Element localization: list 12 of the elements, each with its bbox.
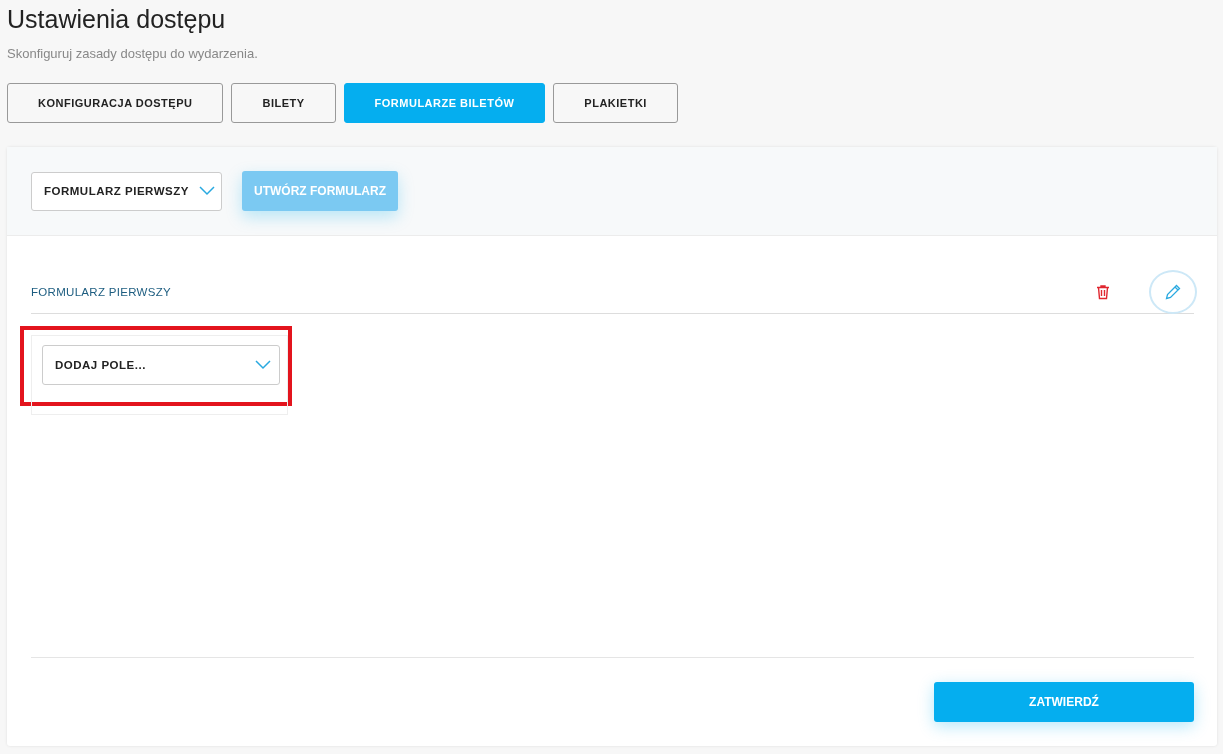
pencil-icon: [1164, 283, 1182, 301]
page-title: Ustawienia dostępu: [7, 4, 227, 34]
form-title: FORMULARZ PIERWSZY: [31, 286, 172, 298]
chevron-down-icon: [199, 186, 215, 196]
tab[interactable]: BILETY: [231, 83, 336, 123]
tab[interactable]: PLAKIETKI: [553, 83, 678, 123]
add-field-select[interactable]: DODAJ POLE...: [42, 345, 280, 385]
page-subtitle: Skonfiguruj zasady dostępu do wydarzenia.: [7, 46, 259, 61]
tab[interactable]: KONFIGURACJA DOSTĘPU: [7, 83, 224, 123]
form-select[interactable]: FORMULARZ PIERWSZY: [31, 171, 222, 211]
trash-icon[interactable]: [1095, 284, 1111, 300]
chevron-down-icon: [255, 360, 271, 370]
